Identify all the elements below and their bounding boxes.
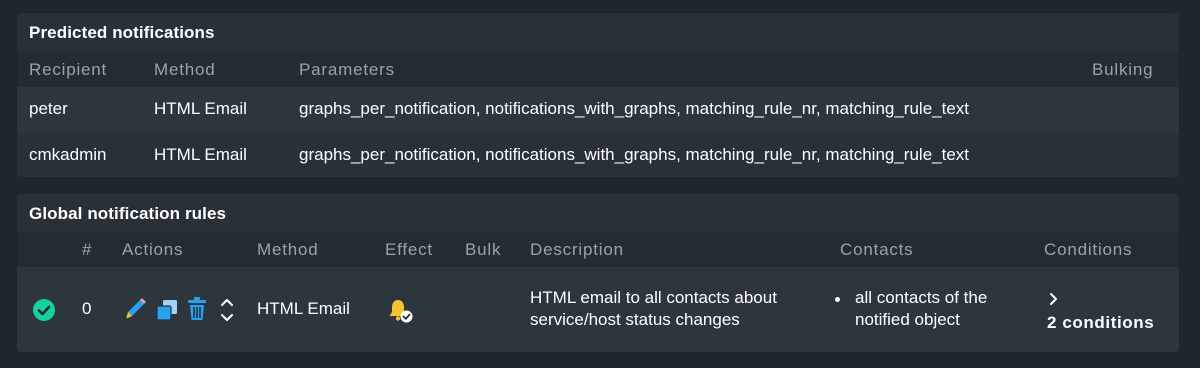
global-rules-title: Global notification rules: [29, 204, 227, 223]
bell-check-icon: [389, 300, 413, 323]
contacts-line-1: all contacts of the: [855, 288, 988, 307]
global-notification-rules-panel: Global notification rules # Actions Meth…: [17, 194, 1179, 352]
recipient-cell: cmkadmin: [29, 145, 107, 164]
method-cell: HTML Email: [154, 145, 247, 164]
predicted-table-header: Recipient Method Parameters Bulking: [17, 51, 1179, 87]
col-actions: Actions: [122, 240, 184, 259]
col-method: Method: [154, 60, 216, 79]
parameters-cell: graphs_per_notification, notifications_w…: [299, 145, 970, 164]
col-bulk: Bulk: [465, 240, 502, 259]
conditions-toggle[interactable]: 2 conditions: [1047, 313, 1154, 333]
rules-table-header: # Actions Method Effect Bulk Description…: [17, 231, 1179, 267]
col-recipient: Recipient: [29, 60, 108, 79]
move-updown-icon[interactable]: [219, 296, 235, 324]
delete-trash-icon[interactable]: [186, 296, 208, 322]
col-effect: Effect: [385, 240, 433, 259]
col-conditions: Conditions: [1044, 240, 1133, 259]
rule-row: 0 HTML Email HTML email to all contacts …: [17, 267, 1179, 352]
col-parameters: Parameters: [299, 60, 395, 79]
description-line-2: service/host status changes: [530, 310, 740, 329]
table-row: peter HTML Email graphs_per_notification…: [17, 87, 1179, 133]
clone-icon[interactable]: [154, 297, 180, 323]
check-circle-icon: [33, 299, 55, 321]
predicted-notifications-title: Predicted notifications: [29, 23, 215, 42]
rule-description: HTML email to all contacts about service…: [530, 287, 830, 331]
col-description: Description: [530, 240, 624, 259]
parameters-cell: graphs_per_notification, notifications_w…: [299, 99, 970, 118]
table-row: cmkadmin HTML Email graphs_per_notificat…: [17, 133, 1179, 177]
col-number: #: [82, 240, 93, 259]
edit-pencil-icon[interactable]: [123, 297, 147, 323]
rule-method: HTML Email: [257, 299, 350, 318]
rule-number: 0: [82, 299, 92, 318]
description-line-1: HTML email to all contacts about: [530, 288, 777, 307]
col-bulking: Bulking: [1092, 60, 1154, 79]
col-method: Method: [257, 240, 319, 259]
chevron-right-icon[interactable]: [1048, 292, 1060, 306]
contacts-bullet: [835, 297, 840, 302]
recipient-cell: peter: [29, 99, 68, 118]
col-contacts: Contacts: [840, 240, 914, 259]
predicted-notifications-panel: Predicted notifications Recipient Method…: [17, 13, 1179, 177]
rule-contacts: all contacts of the notified object: [855, 287, 1035, 331]
contacts-line-2: notified object: [855, 310, 960, 329]
method-cell: HTML Email: [154, 99, 247, 118]
